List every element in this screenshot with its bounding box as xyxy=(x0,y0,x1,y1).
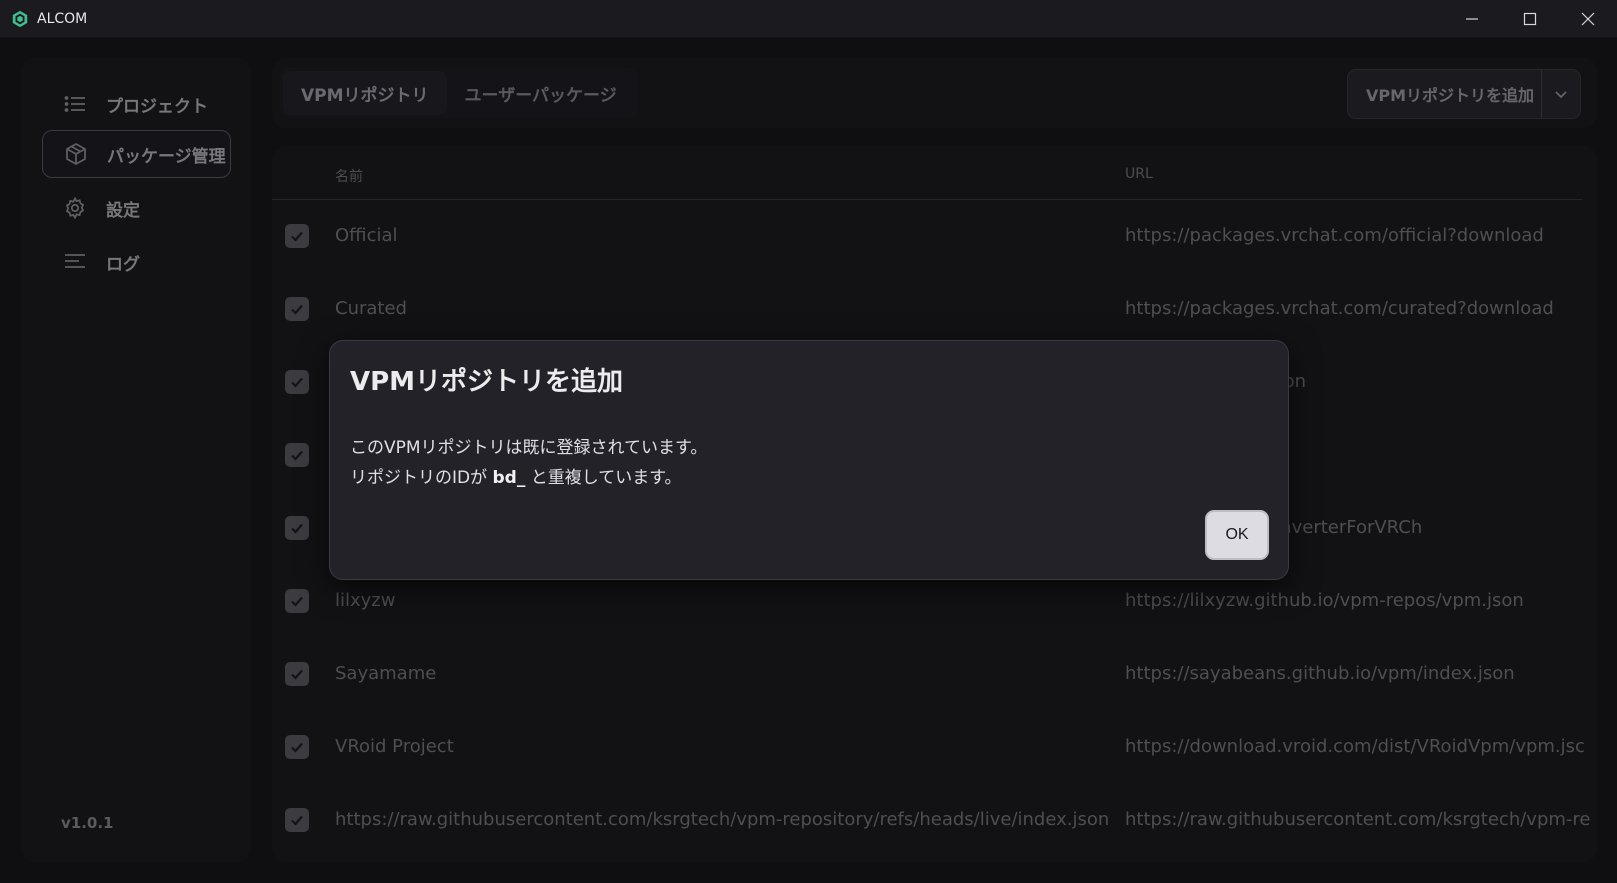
add-repository-dialog: VPMリポジトリを追加 このVPMリポジトリは既に登録されています。 リポジトリ… xyxy=(329,340,1289,580)
close-window-button[interactable] xyxy=(1559,0,1617,38)
dialog-text: と重複しています。 xyxy=(525,468,682,488)
title-bar: ALCOM xyxy=(0,0,1617,38)
dialog-message-line: リポジトリのIDが bd_ と重複しています。 xyxy=(350,463,707,493)
repository-id: bd_ xyxy=(492,468,526,488)
dialog-message: このVPMリポジトリは既に登録されています。 リポジトリのIDが bd_ と重複… xyxy=(350,433,707,493)
close-icon xyxy=(1581,12,1595,26)
dialog-title: VPMリポジトリを追加 xyxy=(350,367,624,397)
dialog-message-line: このVPMリポジトリは既に登録されています。 xyxy=(350,438,708,458)
window-title: ALCOM xyxy=(37,10,88,27)
maximize-icon xyxy=(1523,12,1537,26)
minimize-icon xyxy=(1466,18,1478,20)
dialog-text: リポジトリのIDが xyxy=(350,468,493,488)
maximize-button[interactable] xyxy=(1501,0,1559,38)
modal-overlay: VPMリポジトリを追加 このVPMリポジトリは既に登録されています。 リポジトリ… xyxy=(0,38,1617,883)
ok-button[interactable]: OK xyxy=(1205,510,1269,560)
alcom-logo-icon xyxy=(12,10,28,27)
minimize-button[interactable] xyxy=(1443,0,1501,38)
